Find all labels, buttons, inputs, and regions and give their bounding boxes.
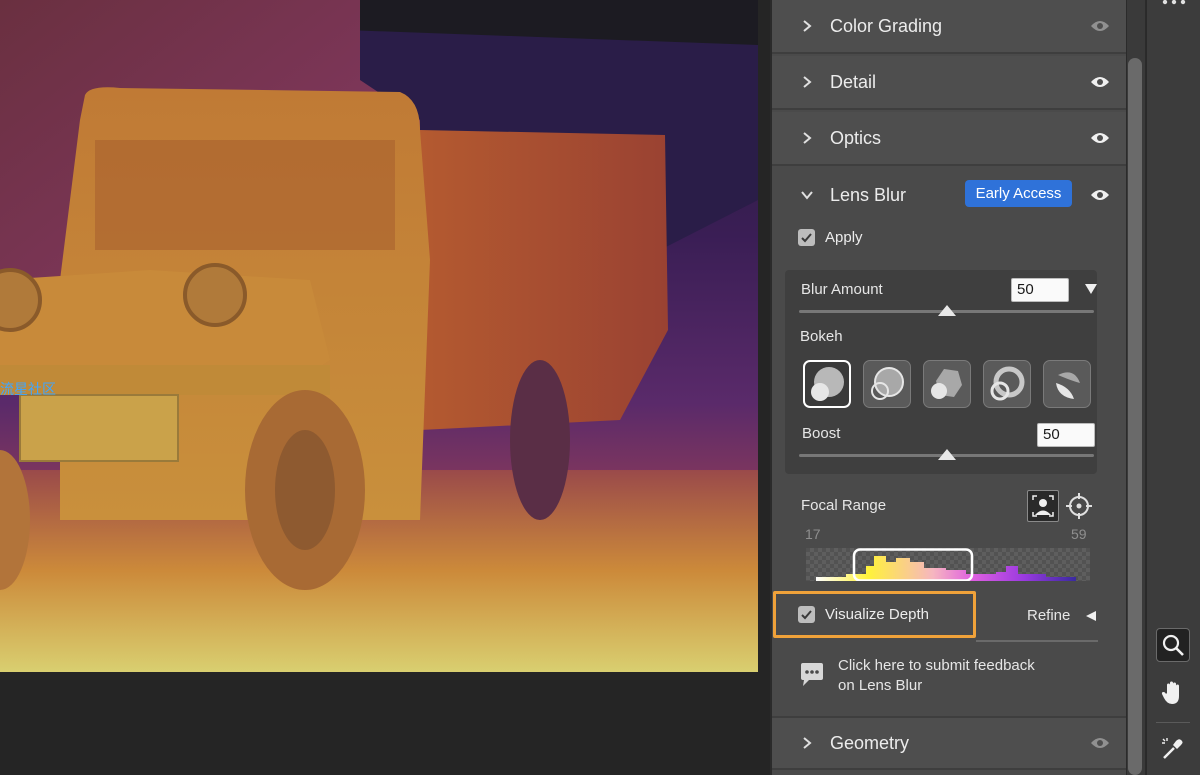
chevron-right-icon	[803, 76, 812, 88]
blur-amount-field[interactable]: 50	[1011, 278, 1069, 302]
focal-range-min: 17	[805, 526, 821, 542]
apply-label: Apply	[825, 229, 863, 246]
section-title: Color Grading	[830, 15, 943, 36]
eye-icon[interactable]	[1090, 75, 1110, 89]
bokeh-label: Bokeh	[800, 328, 843, 345]
subject-select-button[interactable]	[1027, 490, 1059, 522]
visualize-depth-label: Visualize Depth	[825, 606, 929, 623]
section-title: Lens Blur	[830, 184, 907, 205]
visualize-depth-checkbox[interactable]	[798, 606, 815, 623]
person-focus-icon	[1032, 495, 1054, 517]
section-title: Optics	[830, 127, 882, 148]
boost-label: Boost	[802, 425, 841, 442]
bokeh-blade-icon	[931, 369, 962, 399]
magnifier-icon	[1162, 634, 1184, 656]
more-icon[interactable]	[1162, 0, 1186, 6]
chevron-right-icon	[803, 737, 812, 749]
section-title: Geometry	[830, 732, 910, 753]
crosshair-icon[interactable]	[1065, 492, 1093, 520]
feedback-link[interactable]: Click here to submit feedback on Lens Bl…	[838, 656, 1088, 696]
apply-checkbox-row[interactable]: Apply	[798, 229, 863, 246]
eyedropper-icon	[1162, 738, 1183, 759]
boost-field[interactable]: 50	[1037, 423, 1095, 447]
apply-checkbox[interactable]	[798, 229, 815, 246]
eye-icon[interactable]	[1090, 188, 1110, 202]
chevron-right-icon	[803, 20, 812, 32]
checkmark-icon	[801, 610, 812, 620]
app-window: 流星社区 Color Grading Detail Optics Lens Bl…	[0, 0, 1200, 775]
visualize-depth-checkbox-row[interactable]: Visualize Depth	[798, 606, 929, 623]
bokeh-blade-button[interactable]	[923, 360, 971, 408]
canvas-area: 流星社区	[0, 0, 770, 775]
section-title: Detail	[830, 71, 877, 92]
caret-left-icon[interactable]	[1085, 610, 1097, 622]
depth-map-image	[0, 0, 758, 672]
edit-panel: Color Grading Detail Optics Lens Blur Ea…	[772, 0, 1126, 775]
chevron-right-icon	[803, 132, 812, 144]
eye-icon[interactable]	[1090, 19, 1110, 33]
section-optics[interactable]: Optics	[772, 112, 1126, 166]
watermark-text: 流星社区	[0, 382, 56, 398]
color-sampler-tool-button[interactable]	[1156, 732, 1190, 766]
focal-range-label: Focal Range	[801, 497, 887, 514]
zoom-tool-button[interactable]	[1156, 628, 1190, 662]
depth-histogram[interactable]	[806, 548, 1090, 581]
eye-icon[interactable]	[1090, 736, 1110, 750]
feedback-line-2: on Lens Blur	[838, 677, 923, 694]
bokeh-bubble-button[interactable]	[863, 360, 911, 408]
blur-amount-slider-thumb[interactable]	[937, 305, 956, 316]
feedback-icon[interactable]	[799, 662, 825, 688]
checkmark-icon	[801, 233, 812, 243]
caret-down-icon[interactable]	[1084, 283, 1098, 295]
hand-icon	[1161, 681, 1179, 704]
refine-button[interactable]: Refine	[1027, 607, 1070, 624]
section-geometry[interactable]: Geometry	[772, 716, 1126, 770]
blur-amount-label: Blur Amount	[801, 281, 883, 298]
panel-scrollbar-thumb[interactable]	[1128, 58, 1142, 775]
bokeh-ring-button[interactable]	[983, 360, 1031, 408]
boost-slider-thumb[interactable]	[937, 449, 956, 460]
chevron-down-icon	[801, 191, 813, 200]
bokeh-ring-icon	[990, 366, 1025, 401]
bokeh-bubble-icon	[871, 367, 904, 400]
eye-icon[interactable]	[1090, 131, 1110, 145]
bokeh-cateye-icon	[1056, 372, 1080, 399]
section-color-grading[interactable]: Color Grading	[772, 0, 1126, 54]
focal-range-max: 59	[1071, 526, 1087, 542]
early-access-badge: Early Access	[965, 180, 1072, 207]
bokeh-circle-icon	[811, 367, 844, 401]
refine-divider	[976, 640, 1098, 642]
bokeh-cateye-button[interactable]	[1043, 360, 1091, 408]
feedback-line-1: Click here to submit feedback	[838, 657, 1035, 674]
toolbar-divider	[1156, 722, 1190, 723]
section-lens-blur[interactable]: Lens Blur	[772, 168, 1126, 222]
bokeh-circle-button[interactable]	[803, 360, 851, 408]
hand-tool-button[interactable]	[1156, 676, 1190, 710]
section-detail[interactable]: Detail	[772, 56, 1126, 110]
